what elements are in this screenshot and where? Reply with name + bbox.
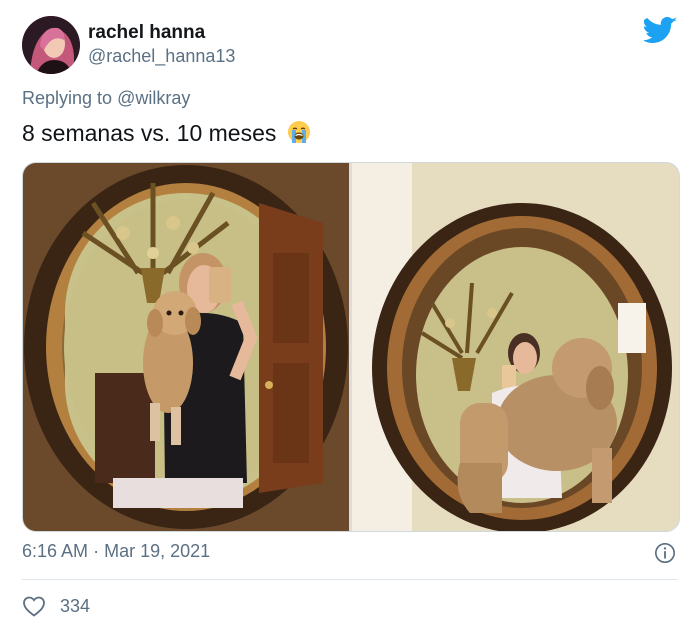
info-icon[interactable] — [654, 542, 676, 564]
tweet-text: 8 semanas vs. 10 meses — [22, 120, 311, 147]
twitter-bird-icon[interactable] — [644, 16, 678, 46]
like-count: 334 — [60, 595, 91, 616]
author-name[interactable]: rachel hanna — [88, 22, 205, 44]
avatar-image — [22, 16, 80, 74]
like-button[interactable]: 334 — [22, 594, 90, 618]
avatar[interactable] — [22, 16, 80, 74]
timestamp-separator: · — [93, 541, 100, 561]
reply-context: Replying to @wilkray — [22, 88, 190, 109]
media-grid — [22, 162, 680, 532]
heart-icon — [23, 596, 45, 617]
photo-dog-10-months[interactable] — [352, 163, 679, 531]
tweet-date: Mar 19, 2021 — [104, 541, 211, 561]
tweet-time: 6:16 AM — [22, 541, 89, 561]
tweet-timestamp[interactable]: 6:16 AM · Mar 19, 2021 — [22, 541, 210, 562]
reply-mention-link[interactable]: @wilkray — [117, 88, 190, 108]
loudly-crying-face-icon — [287, 121, 310, 143]
divider — [22, 579, 678, 580]
tweet-text-content: 8 semanas vs. 10 meses — [22, 120, 277, 146]
photo-puppy-8-weeks[interactable] — [23, 163, 349, 531]
reply-prefix: Replying to — [22, 88, 113, 108]
author-handle[interactable]: @rachel_hanna13 — [88, 46, 235, 67]
tweet-card: rachel hanna @rachel_hanna13 Replying to… — [0, 0, 700, 634]
